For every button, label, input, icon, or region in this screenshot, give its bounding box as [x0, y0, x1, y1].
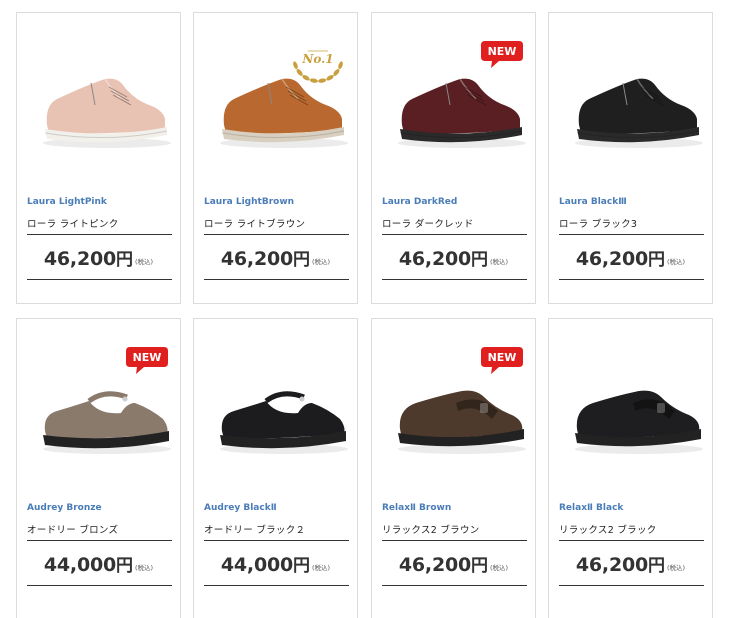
product-card[interactable]: Laura DarkRed ローラ ダークレッド 46,200円 (税込) NEW [371, 12, 536, 304]
product-name-jp[interactable]: ローラ ライトピンク [27, 216, 119, 230]
svg-text:NEW: NEW [133, 351, 162, 364]
divider [204, 279, 349, 280]
divider [27, 279, 172, 280]
product-name-en[interactable]: RelaxⅡ Brown [382, 503, 451, 513]
product-name-jp[interactable]: ローラ ブラック3 [559, 216, 637, 230]
product-price: 46,200円 (税込) [575, 554, 686, 576]
divider [204, 234, 349, 235]
product-price: 46,200円 (税込) [220, 248, 331, 270]
divider [559, 585, 704, 586]
product-name-en[interactable]: Laura DarkRed [382, 197, 457, 207]
product-name-en[interactable]: Laura LightBrown [204, 197, 294, 207]
divider [382, 540, 527, 541]
product-price: 46,200円 (税込) [575, 248, 686, 270]
product-image[interactable] [194, 319, 357, 489]
divider [382, 234, 527, 235]
divider [559, 279, 704, 280]
product-image[interactable] [549, 319, 712, 489]
product-card[interactable]: Audrey BlackⅡ オードリー ブラック２ 44,000円 (税込) [193, 318, 358, 618]
new-badge: NEW [479, 39, 525, 69]
divider [27, 585, 172, 586]
product-card[interactable]: RelaxⅡ Brown リラックス2 ブラウン 46,200円 (税込) NEW [371, 318, 536, 618]
divider [204, 585, 349, 586]
product-image[interactable] [17, 13, 180, 183]
product-card[interactable]: Laura BlackⅢ ローラ ブラック3 46,200円 (税込) [548, 12, 713, 304]
product-name-jp[interactable]: オードリー ブラック２ [204, 522, 305, 536]
new-badge: NEW [124, 345, 170, 375]
product-card[interactable]: Audrey Bronze オードリー ブロンズ 44,000円 (税込) NEW [16, 318, 181, 618]
product-card[interactable]: Laura LightPink ローラ ライトピンク 46,200円 (税込) [16, 12, 181, 304]
product-name-jp[interactable]: ローラ ダークレッド [382, 216, 474, 230]
product-price: 46,200円 (税込) [398, 554, 509, 576]
product-card[interactable]: Laura LightBrown ローラ ライトブラウン 46,200円 (税込)… [193, 12, 358, 304]
product-name-jp[interactable]: リラックス2 ブラック [559, 522, 657, 536]
product-price: 46,200円 (税込) [398, 248, 509, 270]
product-name-en[interactable]: Laura BlackⅢ [559, 197, 627, 207]
product-card[interactable]: RelaxⅡ Black リラックス2 ブラック 46,200円 (税込) [548, 318, 713, 618]
divider [559, 234, 704, 235]
svg-text:NEW: NEW [488, 351, 517, 364]
product-name-jp[interactable]: ローラ ライトブラウン [204, 216, 305, 230]
product-price: 44,000円 (税込) [220, 554, 331, 576]
divider [559, 540, 704, 541]
product-name-en[interactable]: Laura LightPink [27, 197, 107, 207]
product-name-en[interactable]: RelaxⅡ Black [559, 503, 623, 513]
product-image[interactable] [549, 13, 712, 183]
product-grid: Laura LightPink ローラ ライトピンク 46,200円 (税込) L… [0, 0, 744, 618]
divider [27, 234, 172, 235]
divider [27, 540, 172, 541]
product-name-jp[interactable]: オードリー ブロンズ [27, 522, 118, 536]
rank-no1-badge: No.1 [288, 27, 348, 87]
divider [382, 585, 527, 586]
product-name-en[interactable]: Audrey Bronze [27, 503, 102, 513]
product-price: 46,200円 (税込) [43, 248, 154, 270]
product-price: 44,000円 (税込) [43, 554, 154, 576]
product-name-en[interactable]: Audrey BlackⅡ [204, 503, 277, 513]
divider [204, 540, 349, 541]
new-badge: NEW [479, 345, 525, 375]
svg-text:NEW: NEW [488, 45, 517, 58]
product-name-jp[interactable]: リラックス2 ブラウン [382, 522, 480, 536]
divider [382, 279, 527, 280]
svg-text:No.1: No.1 [301, 52, 333, 66]
